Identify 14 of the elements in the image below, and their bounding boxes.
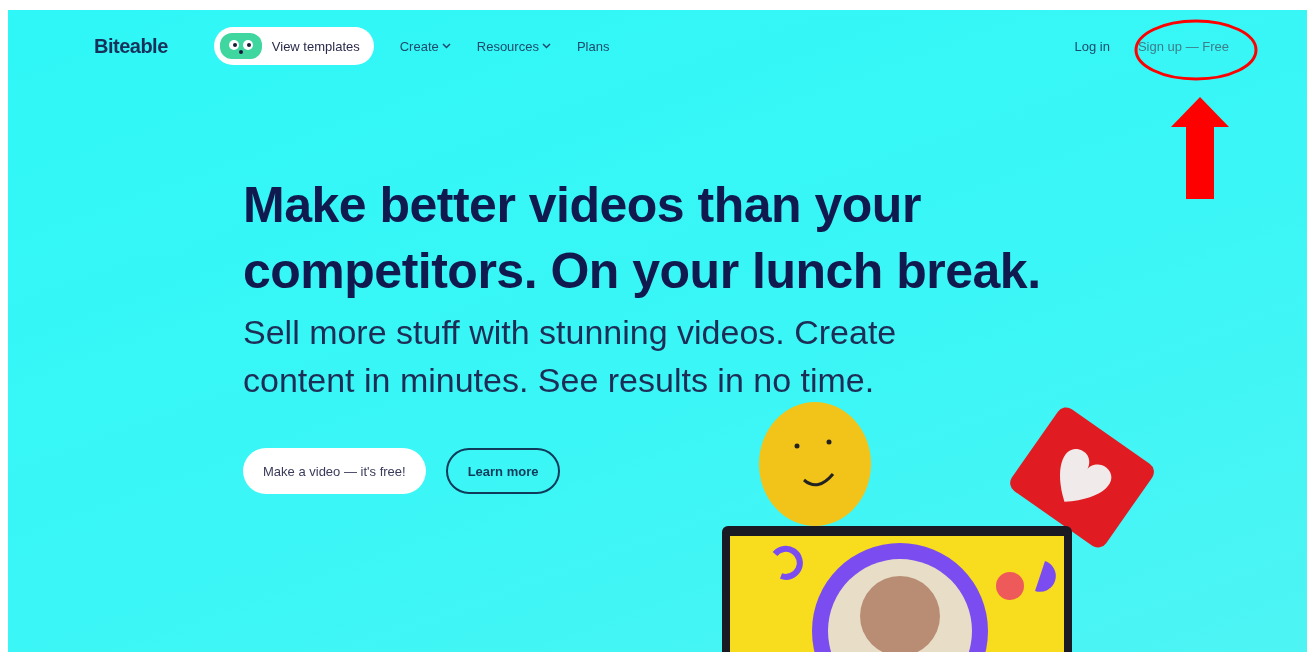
view-templates-button[interactable]: View templates xyxy=(213,27,374,65)
logo[interactable]: Biteable xyxy=(94,34,168,58)
make-video-button[interactable]: Make a video — it's free! xyxy=(243,448,426,494)
menu-link[interactable]: Plans xyxy=(576,38,610,54)
hero-heading: Make better videos than your competitors. On your lunch break. xyxy=(243,176,1042,301)
signup-link[interactable]: Sign up — Free xyxy=(1137,38,1229,54)
menu-dropdown[interactable]: Create xyxy=(399,38,451,54)
hero-subheading: Sell more stuff with stunning videos. Create content in minutes. See results in no time. xyxy=(243,312,898,401)
caret-icon xyxy=(541,43,551,49)
mascot-icon xyxy=(219,33,262,59)
menu-dropdown[interactable]: Resources xyxy=(476,38,551,54)
learn-more-button[interactable]: Learn more xyxy=(445,448,561,494)
login-link[interactable]: Log in xyxy=(1074,38,1110,54)
caret-icon xyxy=(441,43,451,49)
